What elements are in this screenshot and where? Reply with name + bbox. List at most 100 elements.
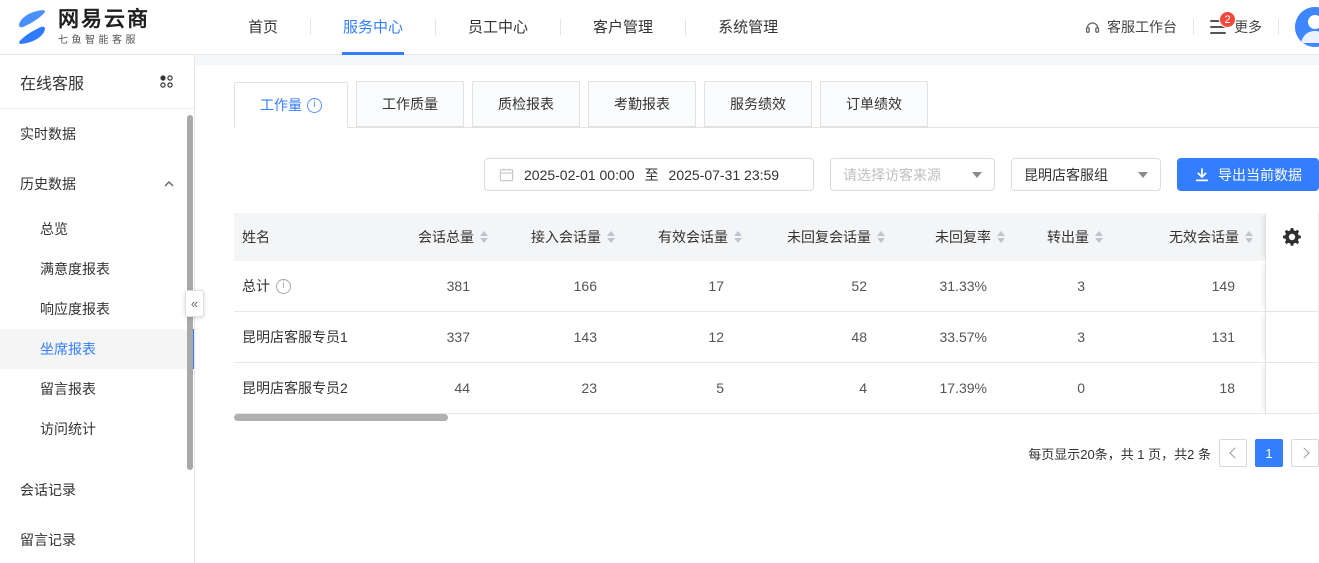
nav-divider [1278, 19, 1279, 35]
prev-page-button[interactable] [1219, 439, 1247, 467]
filter-bar: 2025-02-01 00:00 至 2025-07-31 23:59 请选择访… [234, 158, 1319, 191]
nav-item-customer-mgmt[interactable]: 客户管理 [561, 0, 685, 55]
sort-icon[interactable] [734, 231, 742, 243]
nav-item-staff-center[interactable]: 员工中心 [436, 0, 560, 55]
table-row-agent2: 昆明店客服专员2 44 23 5 4 17.39% 0 18 [234, 363, 1319, 414]
cell-value: 52 [754, 261, 897, 311]
sidebar-item-label: 坐席报表 [40, 339, 96, 359]
export-data-button[interactable]: 导出当前数据 [1177, 158, 1319, 191]
tab-service-performance[interactable]: 服务绩效 [704, 81, 812, 127]
date-range-picker[interactable]: 2025-02-01 00:00 至 2025-07-31 23:59 [484, 158, 814, 191]
row-actions-cell [1265, 312, 1319, 362]
column-header-accepted-sessions[interactable]: 接入会话量 [500, 213, 627, 261]
cell-value: 18 [1115, 363, 1265, 413]
chevron-up-icon [164, 181, 174, 187]
row-name: 昆明店客服专员1 [242, 327, 348, 347]
sidebar-item-label: 历史数据 [20, 174, 76, 194]
sidebar-collapse-button[interactable]: « [185, 290, 204, 317]
more-button[interactable]: 2 更多 [1210, 17, 1262, 37]
cell-value: 44 [388, 363, 500, 413]
cell-value: 12 [627, 312, 754, 362]
more-menu-icon: 2 [1210, 20, 1228, 34]
chevron-right-icon [1298, 447, 1309, 458]
sort-icon[interactable] [1095, 231, 1103, 243]
sidebar-item-response-report[interactable]: 响应度报表 [0, 289, 194, 329]
sidebar: 在线客服 实时数据 历史数据 总览 满意度报表 [0, 55, 195, 563]
sidebar-item-message-records[interactable]: 留言记录 [0, 515, 194, 563]
user-avatar[interactable] [1295, 7, 1319, 47]
export-button-label: 导出当前数据 [1218, 165, 1302, 185]
service-group-value: 昆明店客服组 [1024, 165, 1108, 185]
app-window: 网易云商 七鱼智能客服 首页 服务中心 员工中心 客户管理 系统管理 [0, 0, 1319, 563]
app-grid-icon[interactable] [159, 74, 174, 89]
sidebar-item-message-report[interactable]: 留言报表 [0, 369, 194, 409]
column-header-valid-sessions[interactable]: 有效会话量 [627, 213, 754, 261]
sort-icon[interactable] [877, 231, 885, 243]
tab-label: 订单绩效 [846, 82, 902, 126]
nav-item-home[interactable]: 首页 [216, 0, 310, 55]
sidebar-item-label: 留言记录 [20, 530, 76, 550]
cell-value: 23 [500, 363, 627, 413]
column-header-name: 姓名 [234, 213, 388, 261]
more-label: 更多 [1234, 17, 1262, 37]
sidebar-item-label: 响应度报表 [40, 299, 110, 319]
main-content: 工作量 i 工作质量 质检报表 考勤报表 服务绩效 订单绩效 [195, 55, 1319, 563]
visitor-source-placeholder: 请选择访客来源 [843, 165, 941, 185]
row-name: 昆明店客服专员2 [242, 378, 348, 398]
sidebar-item-visit-stats[interactable]: 访问统计 [0, 409, 194, 449]
sort-icon[interactable] [607, 231, 615, 243]
pagination-summary: 每页显示20条，共 1 页，共2 条 [1028, 444, 1211, 463]
sort-icon[interactable] [480, 231, 488, 243]
sidebar-item-session-records[interactable]: 会话记录 [0, 465, 194, 515]
main-nav: 首页 服务中心 员工中心 客户管理 系统管理 [216, 0, 810, 55]
sidebar-item-realtime-data[interactable]: 实时数据 [0, 109, 194, 159]
column-header-transferred-out[interactable]: 转出量 [1017, 213, 1115, 261]
sort-icon[interactable] [1245, 231, 1253, 243]
pagination: 每页显示20条，共 1 页，共2 条 1 [234, 439, 1319, 467]
sidebar-item-label: 留言报表 [40, 379, 96, 399]
chevron-left-icon [1229, 447, 1240, 458]
top-navbar: 网易云商 七鱼智能客服 首页 服务中心 员工中心 客户管理 系统管理 [0, 0, 1319, 55]
scrollbar-thumb[interactable] [234, 414, 448, 421]
next-page-button[interactable] [1291, 439, 1319, 467]
report-tabbar: 工作量 i 工作质量 质检报表 考勤报表 服务绩效 订单绩效 [234, 82, 1319, 128]
brand-logo-icon [14, 8, 50, 46]
column-header-unreplied-rate[interactable]: 未回复率 [897, 213, 1017, 261]
table-row-agent1: 昆明店客服专员1 337 143 12 48 33.57% 3 131 [234, 312, 1319, 363]
cell-value: 3 [1017, 261, 1115, 311]
cell-value: 17.39% [897, 363, 1017, 413]
sidebar-item-label: 实时数据 [20, 124, 76, 144]
sidebar-item-satisfaction-report[interactable]: 满意度报表 [0, 249, 194, 289]
cell-value: 337 [388, 312, 500, 362]
info-icon[interactable]: i [276, 279, 291, 294]
gear-icon [1282, 227, 1302, 247]
page-number-button[interactable]: 1 [1255, 439, 1283, 467]
tab-workload[interactable]: 工作量 i [234, 82, 348, 128]
column-header-invalid-sessions[interactable]: 无效会话量 [1115, 213, 1265, 261]
visitor-source-select[interactable]: 请选择访客来源 [830, 158, 995, 191]
column-header-unreplied-sessions[interactable]: 未回复会话量 [754, 213, 897, 261]
tab-order-performance[interactable]: 订单绩效 [820, 81, 928, 127]
sort-icon[interactable] [997, 231, 1005, 243]
sidebar-item-history-data[interactable]: 历史数据 [0, 159, 194, 209]
nav-item-service-center[interactable]: 服务中心 [311, 0, 435, 55]
cell-value: 17 [627, 261, 754, 311]
sidebar-item-overview[interactable]: 总览 [0, 209, 194, 249]
sidebar-item-agent-report[interactable]: 坐席报表 [0, 329, 194, 369]
caret-down-icon [1138, 172, 1148, 178]
info-icon[interactable]: i [307, 98, 322, 113]
tab-work-quality[interactable]: 工作质量 [356, 81, 464, 127]
workbench-button[interactable]: 客服工作台 [1084, 17, 1177, 37]
row-actions-cell [1265, 261, 1319, 311]
service-group-select[interactable]: 昆明店客服组 [1011, 158, 1161, 191]
nav-item-system-mgmt[interactable]: 系统管理 [686, 0, 810, 55]
tab-attendance-report[interactable]: 考勤报表 [588, 81, 696, 127]
table-header: 姓名 会话总量 接入会话量 有效会话量 未回复会话 [234, 213, 1319, 261]
brand-subtitle: 七鱼智能客服 [58, 35, 150, 46]
tab-qc-report[interactable]: 质检报表 [472, 81, 580, 127]
column-settings-button[interactable] [1265, 213, 1319, 261]
brand-logo[interactable]: 网易云商 七鱼智能客服 [14, 8, 150, 46]
tab-label: 服务绩效 [730, 82, 786, 126]
column-header-total-sessions[interactable]: 会话总量 [388, 213, 500, 261]
download-icon [1194, 167, 1210, 183]
